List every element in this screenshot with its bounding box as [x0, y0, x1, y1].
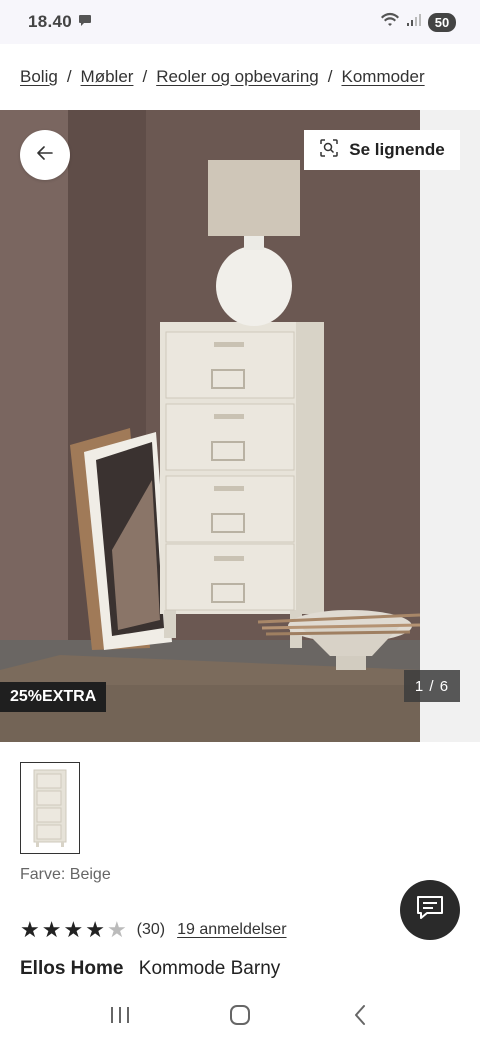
product-photo-illustration [0, 110, 420, 742]
rating-count: (30) [136, 921, 166, 938]
star-filled-icon: ★ [41, 917, 62, 942]
status-bar: 18.40 50 [0, 0, 480, 44]
breadcrumb-item-reoler[interactable]: Reoler og opbevaring [156, 67, 319, 87]
see-similar-button[interactable]: Se lignende [304, 130, 460, 170]
dresser-thumbnail-illustration [33, 769, 67, 847]
recent-apps-button[interactable] [100, 995, 140, 1035]
product-name: Kommode Barny [138, 958, 281, 979]
breadcrumb-separator: / [66, 67, 72, 86]
color-label: Farve: Beige [20, 866, 111, 883]
back-button[interactable] [20, 130, 70, 180]
image-counter: 1 / 6 [404, 670, 460, 702]
promo-badge: 25%EXTRA [0, 682, 107, 712]
rating-row: ★ ★ ★ ★ ★ (30) 19 anmeldelser [20, 918, 287, 942]
breadcrumb-item-kommoder[interactable]: Kommoder [341, 67, 424, 87]
status-time: 18.40 [28, 12, 73, 31]
product-brand[interactable]: Ellos Home [20, 958, 123, 979]
back-nav-button[interactable] [340, 995, 380, 1035]
status-right: 50 [380, 12, 456, 33]
chevron-left-icon [355, 1005, 365, 1025]
star-filled-icon: ★ [63, 917, 84, 942]
home-icon [230, 1005, 250, 1025]
breadcrumb: Bolig / Møbler / Reoler og opbevaring / … [0, 44, 480, 110]
breadcrumb-item-mobler[interactable]: Møbler [81, 67, 134, 87]
breadcrumb-item-bolig[interactable]: Bolig [20, 67, 58, 87]
signal-icon [406, 13, 422, 32]
star-rating: ★ ★ ★ ★ ★ [20, 919, 127, 941]
thumbnail-image[interactable] [20, 762, 80, 854]
visual-search-icon [319, 138, 339, 163]
reviews-link[interactable]: 19 anmeldelser [177, 921, 286, 939]
arrow-left-icon [37, 145, 53, 165]
next-image-peek[interactable] [420, 110, 480, 742]
battery-icon: 50 [428, 12, 456, 32]
product-title: Ellos Home Kommode Barny [20, 958, 280, 980]
star-empty-icon: ★ [106, 917, 127, 942]
chat-bubble-icon [78, 13, 92, 32]
status-left: 18.40 [28, 12, 92, 32]
recent-apps-icon [111, 1007, 129, 1023]
chat-icon [415, 894, 445, 927]
star-filled-icon: ★ [20, 917, 40, 942]
breadcrumb-separator: / [327, 67, 333, 86]
wifi-icon [380, 12, 400, 33]
see-similar-label: Se lignende [349, 140, 445, 159]
breadcrumb-separator: / [142, 67, 148, 86]
star-filled-icon: ★ [85, 917, 105, 942]
system-navigation-bar [0, 990, 480, 1040]
home-button[interactable] [220, 995, 260, 1035]
chat-button[interactable] [400, 880, 460, 940]
product-image[interactable] [0, 110, 420, 742]
